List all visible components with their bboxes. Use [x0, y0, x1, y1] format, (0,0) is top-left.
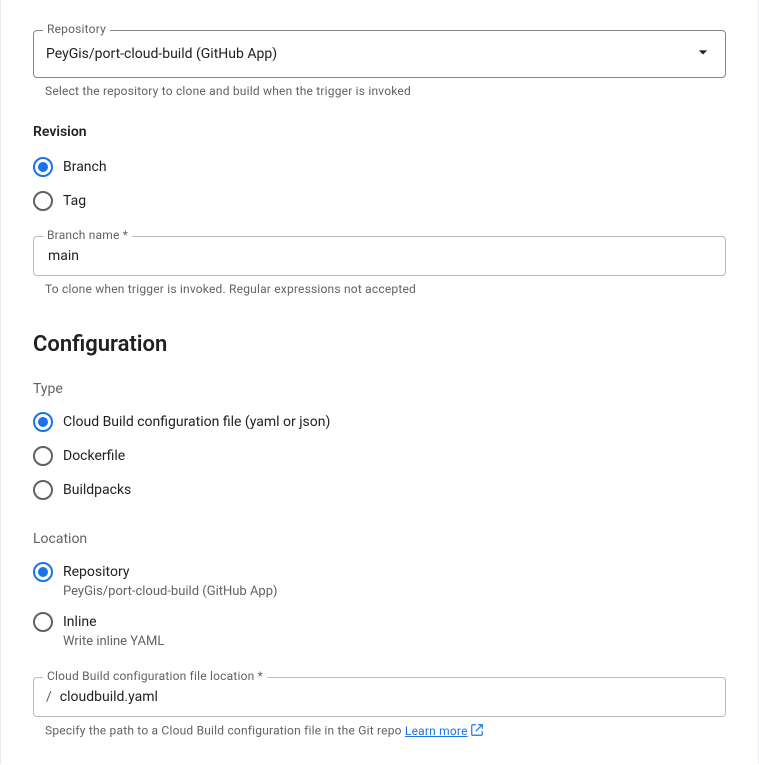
config-file-label: Cloud Build configuration file location … — [43, 669, 267, 683]
learn-more-link[interactable]: Learn more — [405, 724, 484, 738]
config-location-inline-label: Inline — [63, 611, 164, 633]
config-type-label: Type — [33, 381, 726, 397]
config-location-label: Location — [33, 531, 726, 547]
revision-title: Revision — [33, 124, 726, 140]
repository-selected-value: PeyGis/port-cloud-build (GitHub App) — [46, 46, 693, 62]
config-location-radio-inline[interactable]: Inline Write inline YAML — [33, 605, 726, 655]
dropdown-arrow-icon — [693, 42, 713, 66]
configuration-heading: Configuration — [33, 332, 726, 357]
config-type-radio-buildpacks[interactable]: Buildpacks — [33, 473, 726, 507]
config-location-repository-sublabel: PeyGis/port-cloud-build (GitHub App) — [63, 584, 278, 599]
radio-circle-icon — [33, 157, 53, 177]
config-type-radio-yaml[interactable]: Cloud Build configuration file (yaml or … — [33, 405, 726, 439]
radio-circle-icon — [33, 191, 53, 211]
revision-radio-branch[interactable]: Branch — [33, 150, 726, 184]
repository-field-label: Repository — [43, 22, 110, 36]
config-type-buildpacks-label: Buildpacks — [63, 479, 131, 501]
repository-select[interactable]: Repository PeyGis/port-cloud-build (GitH… — [33, 30, 726, 78]
config-type-radio-dockerfile[interactable]: Dockerfile — [33, 439, 726, 473]
external-link-icon — [470, 726, 484, 740]
revision-radio-tag-label: Tag — [63, 190, 86, 212]
radio-circle-icon — [33, 480, 53, 500]
config-file-helper-text: Specify the path to a Cloud Build config… — [45, 724, 402, 738]
radio-circle-icon — [33, 412, 53, 432]
radio-circle-icon — [33, 562, 53, 582]
revision-radio-tag[interactable]: Tag — [33, 184, 726, 218]
config-type-dockerfile-label: Dockerfile — [63, 445, 125, 467]
radio-circle-icon — [33, 446, 53, 466]
config-file-field-wrapper: Cloud Build configuration file location … — [33, 677, 726, 717]
config-location-repository-label: Repository — [63, 561, 278, 583]
create-trigger-form: Repository PeyGis/port-cloud-build (GitH… — [0, 0, 759, 764]
config-type-yaml-label: Cloud Build configuration file (yaml or … — [63, 411, 330, 433]
branch-name-helper: To clone when trigger is invoked. Regula… — [45, 282, 726, 296]
config-location-inline-sublabel: Write inline YAML — [63, 634, 164, 649]
config-location-radio-repository[interactable]: Repository PeyGis/port-cloud-build (GitH… — [33, 555, 726, 605]
repository-helper: Select the repository to clone and build… — [45, 84, 726, 98]
radio-circle-icon — [33, 612, 53, 632]
revision-radio-branch-label: Branch — [63, 156, 107, 178]
branch-name-label: Branch name * — [43, 228, 132, 242]
config-file-helper: Specify the path to a Cloud Build config… — [45, 723, 726, 740]
config-file-prefix: / — [46, 689, 52, 705]
config-file-input[interactable] — [58, 688, 713, 706]
branch-name-field-wrapper: Branch name * — [33, 236, 726, 276]
branch-name-input[interactable] — [46, 247, 713, 265]
